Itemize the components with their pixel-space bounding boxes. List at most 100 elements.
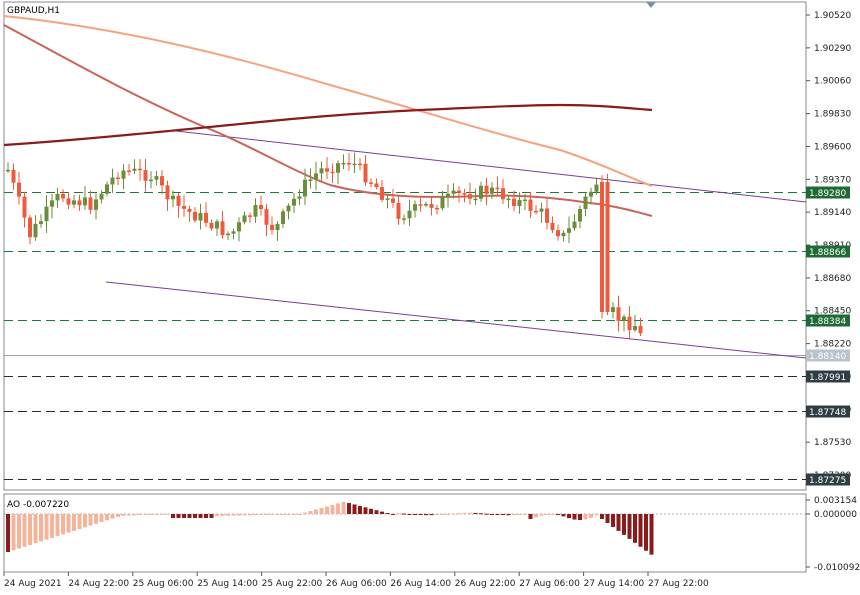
ao-bar (451, 513, 456, 515)
candle-body (495, 187, 500, 190)
candle-body (132, 168, 137, 171)
ao-bar (209, 514, 214, 518)
candle-body (589, 191, 593, 197)
candle-body (578, 208, 582, 222)
ao-bar (528, 514, 533, 520)
candle-body (171, 195, 175, 200)
candle (600, 175, 604, 319)
ao-bar (638, 514, 643, 547)
ao-bar (622, 514, 626, 535)
ao-bar (600, 514, 604, 520)
ao-bar (39, 514, 43, 542)
ao-bar (627, 514, 632, 539)
candle-body (116, 177, 120, 180)
candle-body (330, 171, 335, 174)
ao-bar (468, 512, 472, 514)
ao-bar (330, 504, 335, 514)
candle-body (193, 211, 197, 221)
time-axis-label: 25 Aug 14:00 (197, 579, 258, 589)
ao-bar (242, 514, 247, 516)
candle-body (314, 173, 318, 180)
ao-bar (429, 514, 434, 516)
candle-body (209, 222, 214, 229)
ao-bar (319, 507, 324, 514)
candle-body (402, 218, 406, 220)
ao-bar (28, 514, 32, 545)
candle-body (242, 215, 247, 223)
symbol-timeframe-label: GBPAUD,H1 (7, 6, 60, 16)
ao-bar (578, 514, 582, 520)
ao-bar (259, 514, 263, 516)
ao-bar (33, 514, 38, 544)
ao-bar (616, 514, 621, 531)
candle-body (182, 205, 186, 209)
candle-body (17, 182, 21, 197)
ao-bar (506, 514, 511, 516)
ao-bar (50, 514, 54, 538)
price-axis-label: 1.88680 (814, 274, 851, 284)
candle-body (572, 221, 577, 229)
candle-body (374, 183, 379, 188)
candle-body (237, 222, 241, 232)
ao-bar (589, 514, 593, 518)
ao-bar (187, 514, 192, 518)
candle-body (517, 199, 522, 207)
ao-bar (545, 514, 549, 515)
candle (605, 173, 610, 315)
candle-body (72, 200, 76, 205)
ao-bar (292, 514, 296, 515)
candle-body (253, 205, 258, 217)
ao-bar (198, 514, 203, 518)
price-axis-label: 1.90060 (814, 77, 851, 87)
ao-bar (105, 514, 109, 521)
price-axis-label: 1.88220 (814, 340, 851, 350)
ao-bar (176, 514, 181, 518)
candle-body (385, 198, 390, 200)
candle-body (39, 221, 43, 224)
ao-bar (55, 514, 60, 537)
time-axis-label: 27 Aug 06:00 (519, 579, 580, 589)
candle-body (99, 193, 104, 200)
ao-bar (22, 514, 27, 547)
ao-bar (220, 514, 225, 516)
ao-bar (567, 514, 571, 519)
ao-bar (644, 514, 648, 551)
ao-bar (116, 514, 120, 517)
ao-bar (138, 514, 142, 515)
candle-body (440, 196, 445, 209)
candle-body (121, 170, 126, 179)
candle-body (220, 221, 225, 236)
ao-bar (193, 514, 197, 518)
ao-bar (363, 507, 368, 514)
level-tag-label: 1.87275 (809, 476, 846, 486)
level-tag-label: 1.87991 (809, 373, 846, 383)
time-axis-label: 26 Aug 14:00 (390, 579, 451, 589)
candle-body (264, 209, 269, 225)
ao-bar (495, 514, 500, 515)
candle-body (336, 163, 340, 173)
trading-chart[interactable]: GBPAUD,H1 AO -0.007220 1.90520 1.90290 1.9… (0, 0, 860, 595)
candle-body (534, 210, 538, 213)
candle-body (391, 198, 395, 203)
ao-bar (149, 514, 153, 515)
ao-bar (297, 514, 302, 515)
candle-body (292, 198, 296, 206)
price-axis-label: 1.89830 (814, 110, 851, 120)
ao-bar (446, 514, 450, 515)
candle-body (600, 182, 604, 312)
candle-body (616, 307, 621, 321)
ao-bar (457, 513, 461, 515)
candle-body (468, 194, 472, 199)
ao-bar (462, 512, 467, 514)
candle-body (523, 199, 527, 202)
ao-bar (127, 514, 131, 516)
ao-bar (396, 513, 401, 515)
ao-bar (132, 514, 137, 516)
ao-bar (523, 514, 527, 515)
ao-bar (121, 514, 126, 516)
ao-bar (248, 514, 252, 516)
candle-body (154, 176, 159, 180)
candle-body (539, 208, 544, 212)
level-tag-label: 1.87748 (809, 408, 846, 418)
ao-bar (473, 512, 478, 514)
